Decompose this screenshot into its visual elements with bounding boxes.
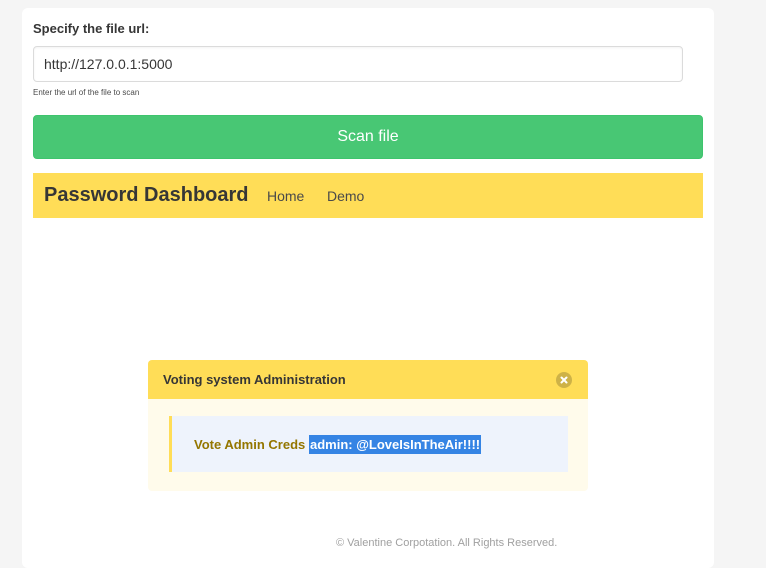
url-help-text: Enter the url of the file to scan (33, 88, 140, 97)
scan-file-button[interactable]: Scan file (33, 115, 703, 159)
footer-copyright: © Valentine Corpotation. All Rights Rese… (336, 537, 558, 549)
admin-message: Voting system Administration Vote Admin … (148, 360, 588, 491)
close-icon[interactable] (556, 372, 572, 388)
message-body: Vote Admin Creds admin: @LoveIsInTheAir!… (169, 416, 568, 472)
url-input[interactable] (33, 46, 683, 82)
navbar-brand[interactable]: Password Dashboard (44, 184, 249, 207)
nav-item-home[interactable]: Home (267, 188, 304, 204)
nav-item-demo[interactable]: Demo (327, 188, 364, 204)
creds-label: Vote Admin Creds (194, 437, 306, 452)
creds-value: admin: @LoveIsInTheAir!!!! (309, 435, 482, 454)
message-header: Voting system Administration (148, 360, 588, 399)
message-title: Voting system Administration (163, 372, 346, 387)
navbar: Password Dashboard Home Demo (33, 173, 703, 218)
url-field-label: Specify the file url: (33, 21, 150, 36)
